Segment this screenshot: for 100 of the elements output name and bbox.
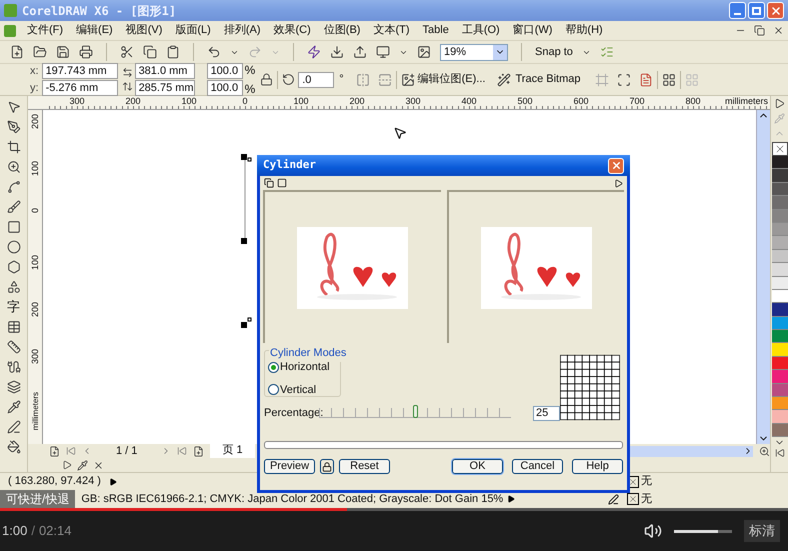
cancel-button[interactable]: Cancel (512, 459, 563, 474)
zoom-icon[interactable] (6, 160, 20, 174)
pen-icon[interactable] (6, 420, 20, 434)
menu-item[interactable]: Table (422, 22, 449, 39)
color-swatch[interactable] (772, 410, 788, 424)
scan-icon[interactable] (616, 72, 630, 86)
ruler-icon[interactable] (6, 340, 20, 354)
shapes-icon[interactable] (6, 280, 20, 294)
bitmap-icon[interactable] (400, 72, 415, 86)
save-icon[interactable] (56, 45, 70, 59)
export-icon[interactable] (353, 45, 367, 59)
add-page-icon[interactable] (193, 446, 204, 456)
zoom-icon[interactable] (759, 446, 770, 456)
no-color-swatch[interactable] (772, 142, 788, 156)
percentage-input[interactable]: 25 (533, 406, 560, 421)
play-icon[interactable] (774, 98, 785, 109)
radio-label[interactable]: Vertical (280, 382, 316, 398)
expand-icon[interactable] (507, 495, 516, 503)
page-tab[interactable]: 页 1 (210, 444, 255, 458)
rotate-icon[interactable] (282, 73, 296, 86)
curve-icon[interactable] (6, 180, 20, 194)
color-swatch[interactable] (772, 424, 788, 438)
color-swatch[interactable] (772, 384, 788, 398)
lock-button[interactable] (320, 459, 334, 474)
minimize-button[interactable] (729, 2, 746, 19)
trace-bitmap-button[interactable]: Trace Bitmap (515, 71, 580, 88)
input-field[interactable]: 100.0 (206, 63, 243, 79)
undo-icon[interactable] (207, 45, 221, 59)
reset-button[interactable]: Reset (339, 459, 390, 474)
paste-icon[interactable] (166, 45, 180, 59)
crop-icon[interactable] (6, 140, 20, 154)
menu-item[interactable]: 版面(L) (175, 22, 211, 39)
polygon-icon[interactable] (6, 260, 20, 274)
input-field[interactable]: -5.276 mm (42, 80, 118, 96)
first-page-icon[interactable] (66, 446, 76, 456)
trace-icon[interactable] (497, 72, 512, 86)
height-icon[interactable] (122, 81, 133, 92)
print-icon[interactable] (79, 45, 93, 59)
video-progress-track[interactable] (0, 508, 788, 511)
color-swatch[interactable] (772, 343, 788, 357)
image-icon[interactable] (417, 45, 431, 59)
color-swatch[interactable] (772, 370, 788, 384)
play-icon[interactable] (62, 460, 72, 470)
radio-button[interactable] (268, 362, 279, 373)
menu-item[interactable]: 效果(C) (274, 22, 311, 39)
rectangle-icon[interactable] (6, 220, 20, 234)
no-color-icon[interactable] (93, 460, 104, 470)
color-swatch[interactable] (772, 196, 788, 210)
color-swatch[interactable] (772, 169, 788, 183)
color-swatch[interactable] (772, 156, 788, 170)
radio-label[interactable]: Horizontal (280, 359, 330, 376)
menu-item[interactable]: 工具(O) (462, 22, 500, 39)
volume-slider[interactable] (674, 530, 732, 532)
color-swatch[interactable] (772, 276, 788, 290)
new-file-icon[interactable] (10, 45, 24, 59)
restore-icon[interactable] (754, 25, 765, 36)
edit-bitmap-button[interactable]: 编辑位图(E)... (418, 71, 486, 88)
last-page-icon[interactable] (177, 446, 188, 456)
scissors-icon[interactable] (120, 45, 134, 59)
menu-item[interactable]: 视图(V) (126, 22, 162, 39)
color-swatch[interactable] (772, 222, 788, 236)
shape-tool-icon[interactable] (6, 120, 20, 134)
radio-button[interactable] (268, 384, 279, 396)
slider-thumb[interactable] (413, 405, 418, 418)
color-swatch[interactable] (772, 303, 788, 317)
color-swatch[interactable] (772, 182, 788, 196)
menu-item[interactable]: 位图(B) (324, 22, 360, 39)
menu-item[interactable]: 文本(T) (373, 22, 410, 39)
menu-item[interactable]: 文件(F) (27, 22, 64, 39)
page-icon[interactable] (638, 72, 652, 86)
zoom-dropdown[interactable]: 19% (440, 44, 508, 60)
table-icon[interactable] (6, 320, 20, 334)
split-view-icon[interactable] (264, 178, 274, 188)
import-icon[interactable] (330, 45, 344, 59)
quality-button[interactable]: 标清 (744, 520, 780, 542)
open-folder-icon[interactable] (33, 45, 47, 59)
mirror-horizontal-icon[interactable] (356, 72, 370, 86)
color-swatch[interactable] (772, 250, 788, 264)
help-button[interactable]: Help (572, 459, 623, 474)
expand-icon[interactable] (614, 178, 623, 188)
volume-icon[interactable] (644, 522, 662, 540)
color-swatch[interactable] (772, 316, 788, 330)
text-tool[interactable]: 字 (7, 300, 20, 314)
ok-button[interactable]: OK (452, 459, 503, 474)
preview-button[interactable]: Preview (264, 459, 315, 474)
snap-to-dropdown[interactable]: Snap to (535, 44, 573, 60)
copy-icon[interactable] (143, 45, 157, 59)
connector-icon[interactable] (6, 360, 20, 374)
color-swatch[interactable] (772, 210, 788, 223)
eyedropper-icon[interactable] (77, 460, 88, 470)
color-swatch[interactable] (772, 263, 788, 277)
ellipse-icon[interactable] (6, 240, 20, 254)
width-icon[interactable] (122, 67, 133, 78)
eyedropper-icon[interactable] (6, 400, 20, 414)
color-swatch[interactable] (772, 356, 788, 370)
input-field[interactable]: 381.0 mm (134, 63, 195, 79)
single-view-icon[interactable] (277, 178, 287, 188)
blend-icon[interactable] (6, 380, 20, 394)
collapse-icon[interactable] (774, 448, 784, 458)
color-swatch[interactable] (772, 236, 788, 250)
